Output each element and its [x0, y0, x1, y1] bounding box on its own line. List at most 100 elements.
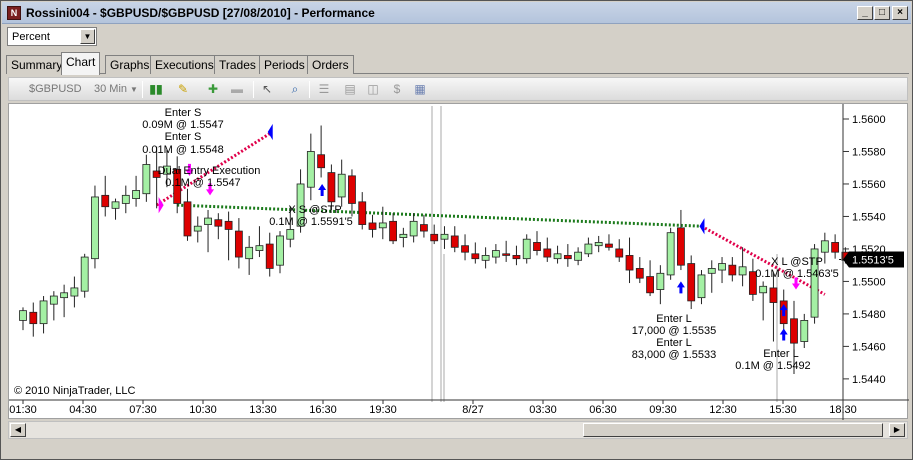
indicators-icon[interactable]: ◫	[365, 81, 381, 97]
candle-body[interactable]	[450, 235, 459, 248]
candle-body[interactable]	[234, 230, 243, 258]
candle-body[interactable]	[800, 320, 809, 342]
candle-body[interactable]	[224, 220, 233, 230]
candle-body[interactable]	[29, 311, 38, 325]
candle-body[interactable]	[255, 245, 264, 251]
candle-body[interactable]	[39, 300, 48, 325]
candle-body[interactable]	[512, 255, 521, 260]
price-chart[interactable]: 1.5600 1.5580 1.5560 1.5540 1.5520 1.5500 1.54…	[8, 103, 909, 420]
tab-orders[interactable]: Orders	[307, 55, 354, 74]
chart-canvas[interactable]: 1.56001.55801.55601.55401.55201.55001.54…	[9, 104, 909, 420]
tab-executions[interactable]: Executions	[150, 55, 219, 74]
candle-body[interactable]	[738, 266, 747, 276]
candle-body[interactable]	[759, 285, 768, 294]
candle-body[interactable]	[378, 222, 387, 229]
candle-body[interactable]	[399, 233, 408, 238]
candle-body[interactable]	[337, 173, 346, 198]
instrument-selector[interactable]: $GBPUSD	[29, 83, 82, 95]
candle-body[interactable]	[625, 255, 634, 271]
candle-body[interactable]	[533, 242, 541, 251]
candle-body[interactable]	[368, 222, 377, 230]
minimize-icon[interactable]: _	[857, 6, 873, 20]
candle-body[interactable]	[348, 175, 356, 204]
candle-body[interactable]	[605, 243, 613, 248]
candle-body[interactable]	[646, 276, 654, 294]
candle-body[interactable]	[481, 255, 490, 261]
candle-body[interactable]	[563, 255, 572, 260]
properties-icon[interactable]: ☰	[316, 81, 332, 97]
candle-body[interactable]	[101, 194, 110, 208]
candle-body[interactable]	[831, 242, 840, 253]
candle-body[interactable]	[543, 248, 552, 258]
candle-body[interactable]	[306, 151, 315, 188]
candle-body[interactable]	[358, 201, 367, 225]
candle-body[interactable]	[420, 224, 428, 232]
candle-body[interactable]	[491, 250, 500, 258]
cursor-icon[interactable]: ↖	[259, 81, 275, 97]
candle-body[interactable]	[656, 272, 665, 290]
candle-body[interactable]	[718, 263, 726, 271]
candle-body[interactable]	[790, 318, 798, 344]
candle-body[interactable]	[666, 232, 675, 276]
tab-trades[interactable]: Trades	[214, 55, 261, 74]
candle-body[interactable]	[276, 235, 284, 266]
notes-icon[interactable]: ▦	[412, 81, 428, 97]
candle-body[interactable]	[677, 227, 685, 266]
close-icon[interactable]: ×	[892, 6, 908, 20]
scroll-thumb[interactable]	[583, 423, 883, 437]
execution-arrow-icon[interactable]	[676, 281, 685, 294]
interval-selector[interactable]: 30 Min	[94, 83, 127, 95]
candle-body[interactable]	[327, 172, 336, 203]
candle-body[interactable]	[707, 268, 716, 274]
candle-body[interactable]	[687, 263, 696, 302]
candle-body[interactable]	[635, 268, 644, 279]
horizontal-scrollbar[interactable]: ◀ ▶	[8, 421, 908, 439]
candle-body[interactable]	[317, 154, 326, 169]
execution-arrow-icon[interactable]	[318, 183, 327, 196]
candle-body[interactable]	[594, 242, 603, 247]
candle-body[interactable]	[204, 217, 212, 225]
maximize-icon[interactable]: □	[874, 6, 890, 20]
candle-body[interactable]	[91, 196, 99, 260]
tab-graphs[interactable]: Graphs	[105, 55, 155, 74]
candle-body[interactable]	[584, 243, 593, 255]
candle-body[interactable]	[461, 245, 469, 253]
candle-body[interactable]	[522, 238, 531, 260]
candle-body[interactable]	[389, 220, 397, 242]
candle-body[interactable]	[502, 253, 511, 256]
candle-body[interactable]	[286, 229, 295, 240]
candle-body[interactable]	[142, 164, 151, 195]
candle-body[interactable]	[265, 243, 274, 269]
candle-body[interactable]	[430, 233, 439, 242]
candle-body[interactable]	[697, 274, 706, 299]
chart-style-icon[interactable]: ▮▮	[148, 81, 164, 97]
candle-body[interactable]	[80, 256, 89, 292]
data-box-icon[interactable]: ▤	[342, 81, 358, 97]
candle-body[interactable]	[121, 194, 130, 204]
candle-body[interactable]	[574, 251, 583, 261]
candle-body[interactable]	[769, 287, 778, 303]
candle-body[interactable]	[820, 240, 829, 253]
candle-body[interactable]	[214, 219, 223, 227]
candle-body[interactable]	[728, 264, 737, 276]
drawing-pencil-icon[interactable]: ✎	[175, 81, 191, 97]
zoom-out-icon[interactable]: ▬	[229, 81, 245, 97]
scroll-left-icon[interactable]: ◀	[10, 423, 26, 437]
strategies-icon[interactable]: $	[389, 81, 405, 97]
candle-body[interactable]	[615, 248, 624, 258]
candle-body[interactable]	[132, 190, 140, 199]
tab-periods[interactable]: Periods	[259, 55, 310, 74]
candle-body[interactable]	[49, 295, 58, 305]
candle-body[interactable]	[245, 246, 254, 260]
tab-summary[interactable]: Summary	[6, 55, 68, 74]
candle-body[interactable]	[19, 310, 27, 321]
candle-body[interactable]	[70, 287, 79, 297]
magnifier-icon[interactable]: ⌕	[287, 81, 303, 97]
candle-body[interactable]	[471, 253, 480, 260]
candle-body[interactable]	[553, 253, 562, 260]
title-bar[interactable]: N Rossini004 - $GBPUSD/$GBPUSD [27/08/20…	[2, 2, 911, 24]
candle-body[interactable]	[193, 225, 202, 232]
chevron-down-icon[interactable]: ▼	[130, 85, 138, 94]
chevron-down-icon[interactable]: ▼	[80, 29, 95, 44]
scroll-right-icon[interactable]: ▶	[889, 423, 905, 437]
